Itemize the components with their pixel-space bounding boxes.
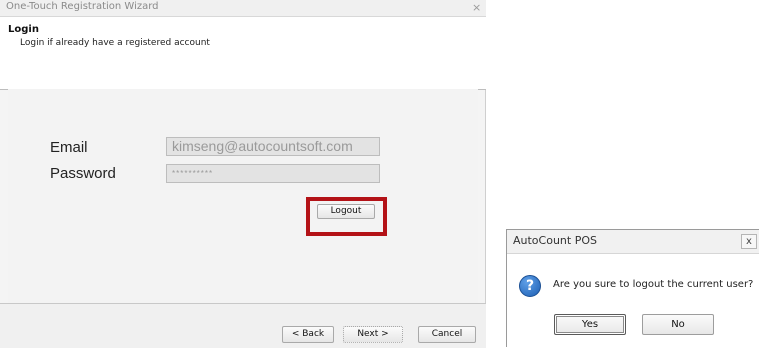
wizard-close-button[interactable]: ×: [472, 1, 481, 14]
yes-button[interactable]: Yes: [554, 314, 626, 335]
page-title: Login: [8, 24, 39, 35]
wizard-body: [8, 89, 478, 303]
wizard-title: One-Touch Registration Wizard: [6, 1, 159, 12]
email-field[interactable]: kimseng@autocountsoft.com: [166, 137, 380, 156]
logout-confirm-dialog: AutoCount POS x ? Are you sure to logout…: [506, 229, 759, 347]
page-subtitle: Login if already have a registered accou…: [20, 38, 210, 48]
next-button[interactable]: Next >: [343, 326, 403, 343]
dialog-message: Are you sure to logout the current user?: [553, 279, 754, 290]
wizard-footer: [0, 303, 486, 348]
password-field[interactable]: **********: [166, 164, 380, 183]
dialog-title: AutoCount POS: [513, 234, 597, 247]
wizard-header: [0, 17, 486, 90]
registration-wizard-window: One-Touch Registration Wizard × Login Lo…: [0, 0, 486, 348]
no-button[interactable]: No: [642, 314, 714, 335]
dialog-close-button[interactable]: x: [741, 234, 757, 249]
email-label: Email: [50, 139, 88, 156]
question-icon: ?: [519, 275, 541, 297]
logout-button[interactable]: Logout: [317, 204, 375, 219]
wizard-titlebar: One-Touch Registration Wizard ×: [0, 0, 486, 17]
password-label: Password: [50, 165, 116, 182]
cancel-button[interactable]: Cancel: [418, 326, 476, 343]
back-button[interactable]: < Back: [282, 326, 334, 343]
dialog-titlebar: AutoCount POS x: [507, 230, 759, 254]
